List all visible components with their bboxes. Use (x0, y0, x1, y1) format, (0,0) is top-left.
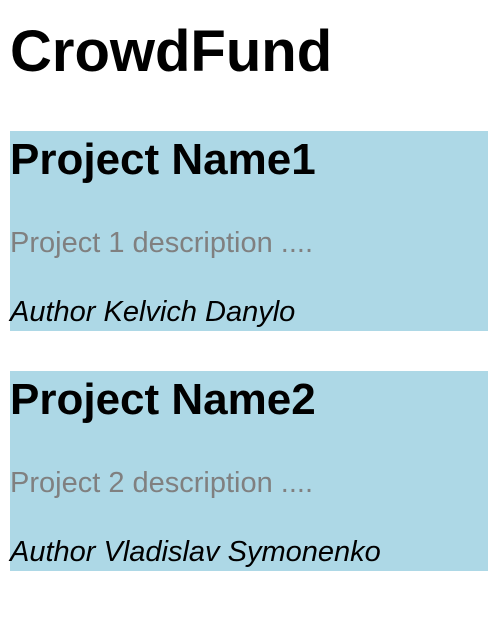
project-name: Project Name1 (10, 135, 316, 184)
app-title: CrowdFund (10, 19, 333, 84)
project-description: Project 1 description .... (10, 227, 314, 259)
page: CrowdFund Project Name1 Project 1 descri… (0, 0, 488, 620)
project-card[interactable]: Project Name2 Project 2 description ....… (10, 371, 488, 571)
project-name: Project Name2 (10, 375, 316, 424)
project-card[interactable]: Project Name1 Project 1 description ....… (10, 131, 488, 331)
project-author: Author Vladislav Symonenko (10, 536, 381, 568)
project-author: Author Kelvich Danylo (10, 296, 296, 328)
project-description: Project 2 description .... (10, 467, 314, 499)
